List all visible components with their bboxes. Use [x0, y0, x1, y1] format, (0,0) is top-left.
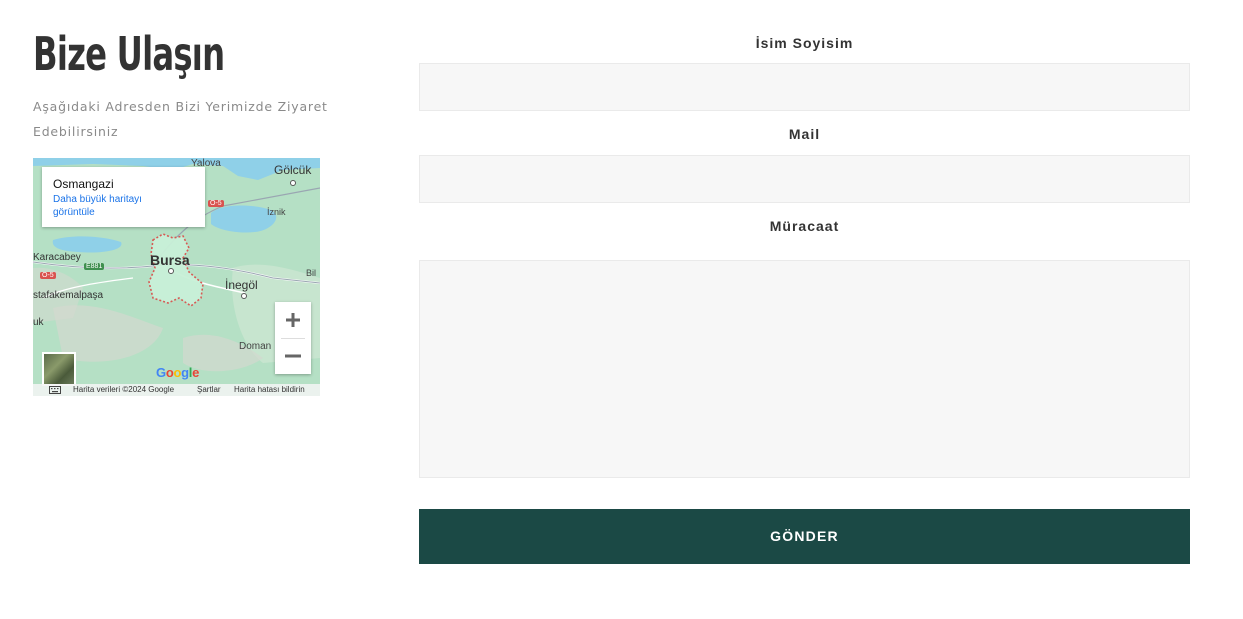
map-report-link[interactable]: Harita hatası bildirin	[234, 384, 305, 396]
map-zoom-control	[275, 302, 311, 374]
contact-heading: Bize Ulaşın Aşağıdaki Adresden Bizi Yeri…	[33, 28, 333, 144]
map-place-name: Osmangazi	[53, 177, 114, 191]
map-label-bil: Bil	[306, 268, 317, 278]
map-data-attribution: Harita verileri ©2024 Google	[73, 385, 175, 394]
name-label: İsim Soyisim	[755, 35, 854, 51]
zoom-out-button[interactable]	[275, 338, 311, 374]
mail-label: Mail	[788, 126, 821, 142]
map-road-o5-left: O-5	[40, 272, 56, 279]
map-label-mustafakemalpasa: stafakemalpaşa	[33, 290, 104, 301]
map-embed[interactable]: Yalova Gölcük O-5 İznik Karacabey E881 B…	[33, 158, 320, 396]
google-logo: Google	[156, 365, 200, 380]
message-label: Müracaat	[769, 218, 840, 234]
map-label-bursa: Bursa	[150, 252, 190, 268]
map-label-karacabey: Karacabey	[33, 252, 81, 263]
contact-form: İsim Soyisim Mail Müracaat	[419, 33, 1190, 478]
message-textarea[interactable]	[419, 260, 1190, 478]
map-attribution-bar: Harita verileri ©2024 Google Şartlar Har…	[33, 384, 320, 396]
map-label-iznik: İznik	[267, 207, 286, 217]
map-info-card: Osmangazi Daha büyük haritayı görüntüle	[42, 167, 205, 227]
map-label-domanic: Doman	[239, 341, 272, 352]
larger-map-link[interactable]: Daha büyük haritayı görüntüle	[53, 194, 173, 219]
map-road-o5-right: O-5	[208, 200, 224, 207]
map-label-uk: uk	[33, 317, 44, 328]
zoom-in-button[interactable]	[275, 302, 311, 338]
map-road-e881: E881	[84, 263, 105, 270]
mail-input[interactable]	[419, 155, 1190, 203]
map-terms-link[interactable]: Şartlar	[197, 384, 221, 396]
map-label-golcuk: Gölcük	[274, 163, 312, 177]
page-title: Bize Ulaşın	[33, 27, 225, 81]
name-input[interactable]	[419, 63, 1190, 111]
submit-button[interactable]: GÖNDER	[419, 509, 1190, 564]
map-label-inegol: İnegöl	[225, 278, 258, 292]
keyboard-icon[interactable]	[49, 386, 61, 394]
satellite-toggle-button[interactable]	[42, 352, 76, 386]
plus-icon	[286, 313, 300, 327]
page-subtitle: Aşağıdaki Adresden Bizi Yerimizde Ziyare…	[33, 99, 328, 139]
minus-icon	[285, 354, 301, 358]
